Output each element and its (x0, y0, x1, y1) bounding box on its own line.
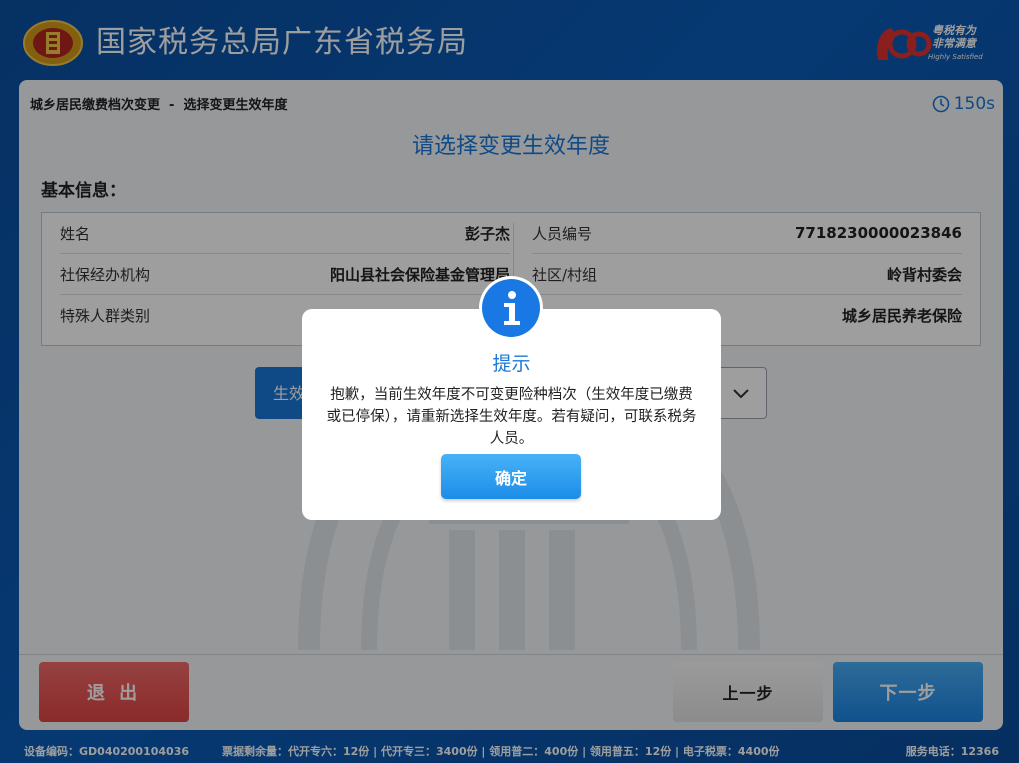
dialog-message: 抱歉，当前生效年度不可变更险种档次（生效年度已缴费或已停保），请重新选择生效年度… (326, 387, 697, 447)
info-icon (482, 279, 540, 337)
info-glyph-icon (504, 291, 520, 325)
info-badge (479, 276, 543, 340)
confirm-button[interactable]: 确定 (441, 454, 581, 499)
dialog-title: 提示 (492, 353, 531, 375)
alert-dialog: 提示 抱歉，当前生效年度不可变更险种档次（生效年度已缴费或已停保），请重新选择生… (302, 309, 721, 520)
